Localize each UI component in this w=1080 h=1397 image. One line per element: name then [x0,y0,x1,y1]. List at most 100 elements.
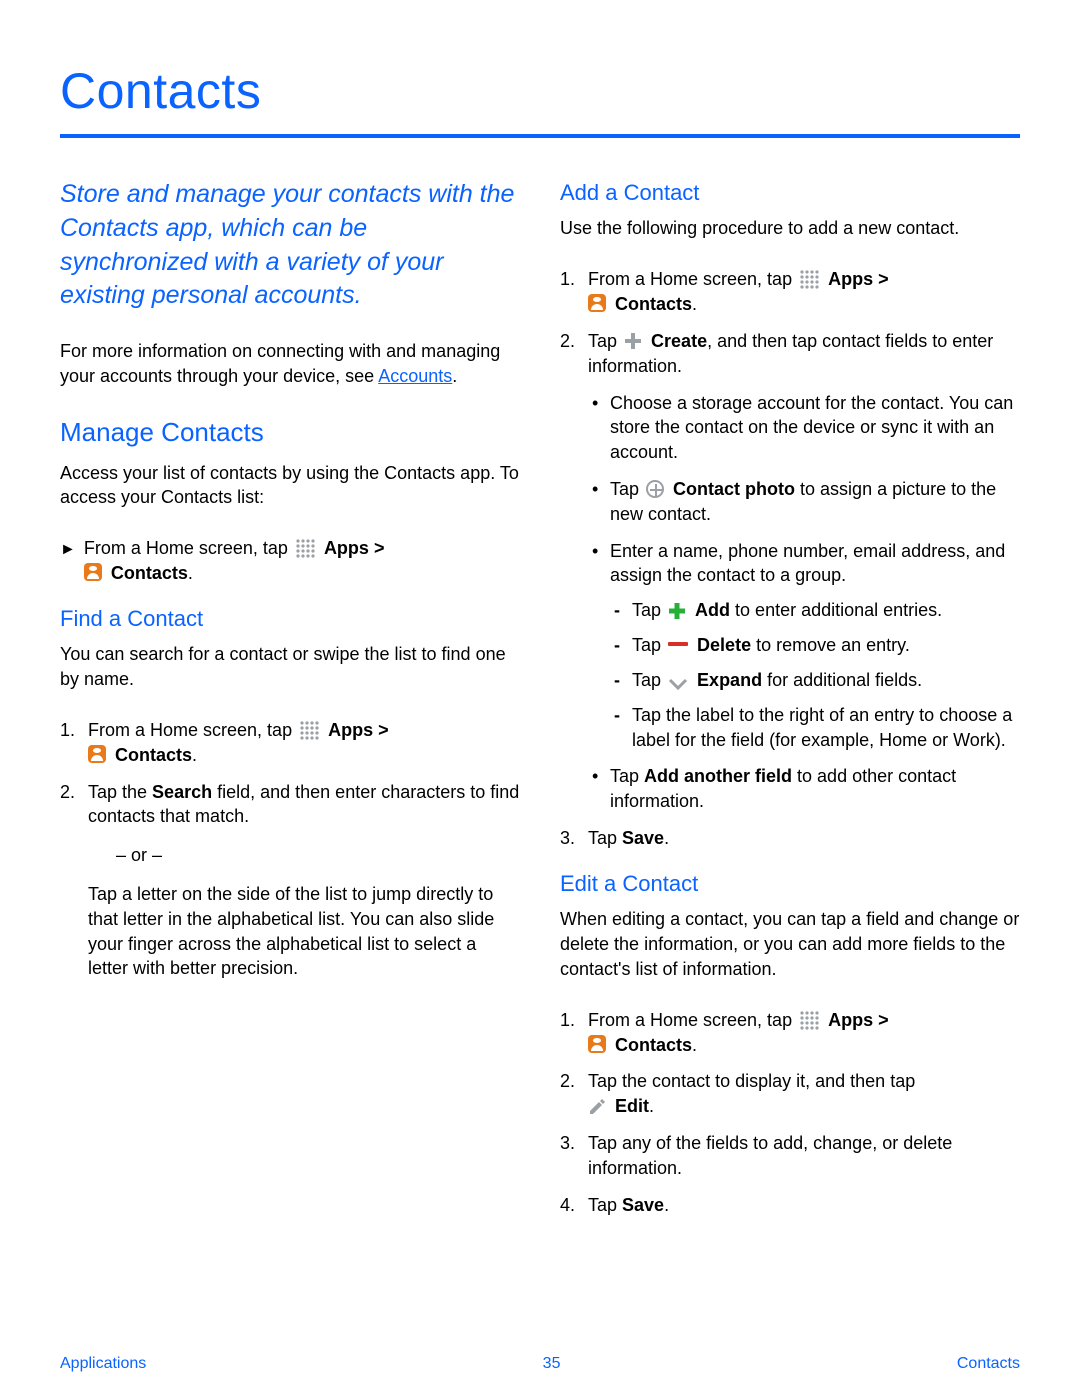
list-item: From a Home screen, tap Apps > Contacts. [60,718,520,768]
list-item: Enter a name, phone number, email addres… [588,539,1020,753]
or-text: – or – [116,843,520,868]
play-icon: ► [60,539,76,561]
list-item: Tap the label to the right of an entry t… [610,703,1020,753]
delete-label: Delete [697,635,751,655]
find-desc: You can search for a contact or swipe th… [60,642,520,692]
add-dash-list: Tap Add to enter additional entries. Tap… [610,598,1020,752]
gt: > [873,1010,889,1030]
apps-grid-icon [299,720,319,740]
period: . [452,366,457,386]
contacts-label: Contacts [115,745,192,765]
save-label: Save [622,828,664,848]
right-column: Add a Contact Use the following procedur… [560,178,1020,1230]
from-home-text: From a Home screen, tap [588,269,797,289]
find-contact-heading: Find a Contact [60,604,520,634]
period: . [649,1096,654,1116]
add-label: Add [695,600,730,620]
manage-desc: Access your list of contacts by using th… [60,461,520,511]
list-item: From a Home screen, tap Apps > Contacts. [560,1008,1020,1058]
plus-green-icon [668,602,686,620]
list-item: Tap the Search field, and then enter cha… [60,780,520,982]
text: Tap [610,479,644,499]
period: . [192,745,197,765]
apps-label: Apps [328,720,373,740]
contact-photo-label: Contact photo [673,479,795,499]
manage-contacts-heading: Manage Contacts [60,415,520,451]
list-item: Tap the contact to display it, and then … [560,1069,1020,1119]
list-item: Tap Save. [560,1193,1020,1218]
apps-label: Apps [324,538,369,558]
create-label: Create [651,331,707,351]
apps-label: Apps [828,269,873,289]
search-label: Search [152,782,212,802]
text: , and then tap contact fields to enter i… [588,331,993,376]
text: Tap the [88,782,152,802]
apps-grid-icon [799,269,819,289]
text: to remove an entry. [751,635,910,655]
plus-icon [624,332,642,350]
chevron-down-icon [668,673,688,687]
contacts-app-icon [588,1035,606,1053]
list-item: Tap Add to enter additional entries. [610,598,1020,623]
text: to enter additional entries. [730,600,942,620]
text: Tap the contact to display it, and then … [588,1071,915,1091]
edit-steps: From a Home screen, tap Apps > Contacts.… [560,1008,1020,1218]
page-footer: Applications 35 Contacts [0,1355,1080,1373]
add-contact-heading: Add a Contact [560,178,1020,208]
contacts-app-icon [88,745,106,763]
add-sub-bullets: Choose a storage account for the contact… [588,391,1020,815]
period: . [692,1035,697,1055]
save-label: Save [622,1195,664,1215]
from-home-text: From a Home screen, tap [84,538,293,558]
period: . [188,563,193,583]
text: Tap [588,828,622,848]
add-another-field-label: Add another field [644,766,792,786]
expand-label: Expand [697,670,762,690]
list-item: From a Home screen, tap Apps > Contacts. [560,267,1020,317]
gt: > [369,538,385,558]
gt: > [373,720,389,740]
gt: > [873,269,889,289]
list-item: Tap Contact photo to assign a picture to… [588,477,1020,527]
contacts-label: Contacts [615,1035,692,1055]
list-item: Choose a storage account for the contact… [588,391,1020,465]
list-item: Tap Add another field to add other conta… [588,764,1020,814]
period: . [692,294,697,314]
intro-text: Store and manage your contacts with the … [60,178,520,313]
more-info-para: For more information on connecting with … [60,339,520,389]
apps-label: Apps [828,1010,873,1030]
left-column: Store and manage your contacts with the … [60,178,520,1230]
contacts-label: Contacts [111,563,188,583]
edit-contact-heading: Edit a Contact [560,869,1020,899]
apps-grid-icon [295,538,315,558]
add-steps: From a Home screen, tap Apps > Contacts.… [560,267,1020,851]
accounts-link[interactable]: Accounts [378,366,452,386]
text: Tap [588,1195,622,1215]
text: Tap [588,331,622,351]
text: to assign a picture to the new contact. [610,479,996,524]
text: Enter a name, phone number, email addres… [610,541,1005,586]
edit-label: Edit [615,1096,649,1116]
add-desc: Use the following procedure to add a new… [560,216,1020,241]
find-steps: From a Home screen, tap Apps > Contacts.… [60,718,520,981]
list-item: Tap Delete to remove an entry. [610,633,1020,658]
edit-desc: When editing a contact, you can tap a fi… [560,907,1020,981]
contacts-label: Contacts [615,294,692,314]
text: for additional fields. [762,670,922,690]
period: . [664,1195,669,1215]
plus-circle-icon [646,480,664,498]
contacts-app-icon [588,294,606,312]
text: Tap [632,600,666,620]
minus-red-icon [668,642,688,646]
text: Tap [632,635,666,655]
pencil-icon [588,1098,606,1116]
footer-page-number: 35 [543,1355,561,1373]
list-item: Tap Create, and then tap contact fields … [560,329,1020,814]
list-item: Tap Save. [560,826,1020,851]
list-item: Tap any of the fields to add, change, or… [560,1131,1020,1181]
title-rule [60,134,1020,138]
period: . [664,828,669,848]
page-title: Contacts [60,62,1020,120]
list-item: Tap Expand for additional fields. [610,668,1020,693]
text: Tap [610,766,644,786]
